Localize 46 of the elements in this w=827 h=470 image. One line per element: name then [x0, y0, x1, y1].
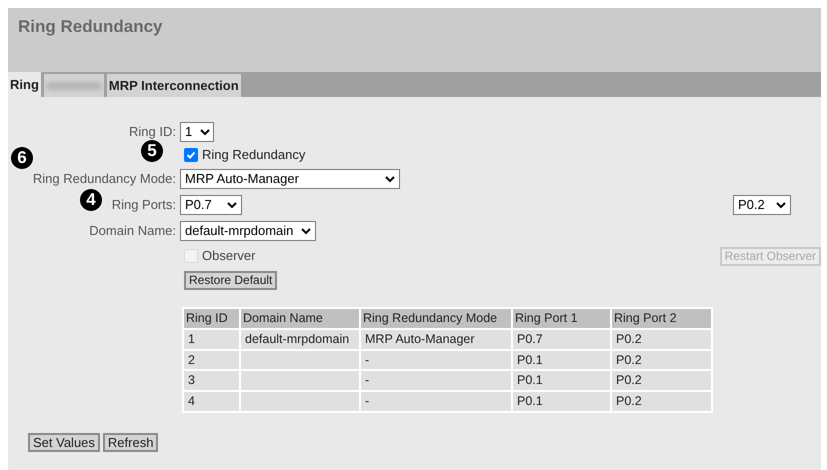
column-header: Ring ID	[184, 309, 239, 328]
field-label: Ring Ports:	[112, 197, 176, 212]
table-cell: P0.1	[513, 392, 610, 411]
table-cell: -	[361, 350, 511, 370]
domain-select[interactable]: default-mrpdomain	[180, 221, 316, 241]
table-cell: 2	[184, 350, 239, 370]
table-cell: P0.2	[612, 392, 711, 411]
table-cell: MRP Auto-Manager	[361, 330, 511, 348]
page-title: Ring Redundancy	[18, 16, 163, 38]
action-button[interactable]: Set Values	[28, 432, 100, 452]
tab[interactable]: Ring	[8, 72, 41, 97]
column-header: Domain Name	[241, 309, 359, 328]
table-cell: 4	[184, 392, 239, 411]
chevron-down-icon	[776, 202, 786, 208]
column-header: Ring Port 1	[513, 309, 610, 328]
checkbox-label: Ring Redundancy	[202, 146, 306, 164]
tab[interactable]: MRP Interconnection	[106, 74, 241, 97]
field-label: Ring ID:	[129, 124, 176, 139]
ring-port-select[interactable]: P0.2	[733, 195, 791, 215]
table-cell: P0.2	[612, 350, 711, 370]
table-cell: 1	[184, 330, 239, 348]
table-cell: default-mrpdomain	[241, 330, 359, 348]
chevron-down-icon	[301, 228, 312, 234]
chevron-down-icon	[227, 202, 237, 208]
field-label: Ring Redundancy Mode:	[32, 171, 176, 186]
table-cell: P0.1	[513, 371, 610, 390]
chevron-down-icon	[385, 176, 395, 182]
column-header: Ring Redundancy Mode	[361, 309, 511, 328]
column-header: Ring Port 2	[612, 309, 711, 328]
chevron-down-icon	[200, 128, 210, 136]
table-cell: P0.2	[612, 330, 711, 348]
ring-port-select[interactable]: P0.7	[180, 195, 242, 215]
action-button[interactable]: Refresh	[102, 432, 158, 452]
ring-id-select[interactable]: 1	[180, 122, 214, 142]
tab[interactable]	[44, 74, 104, 97]
table-cell: P0.1	[513, 350, 610, 370]
table-cell: 3	[184, 371, 239, 390]
table-cell: -	[361, 392, 511, 411]
table-cell: -	[361, 371, 511, 390]
checkbox[interactable]	[184, 148, 198, 162]
checkbox-label: Observer	[202, 247, 256, 266]
table-cell: P0.2	[612, 371, 711, 390]
field-label: Domain Name:	[89, 223, 176, 238]
table-cell: P0.7	[513, 330, 610, 348]
mode-select[interactable]: MRP Auto-Manager	[180, 169, 400, 189]
restore-default-button[interactable]: Restore Default	[184, 270, 278, 290]
